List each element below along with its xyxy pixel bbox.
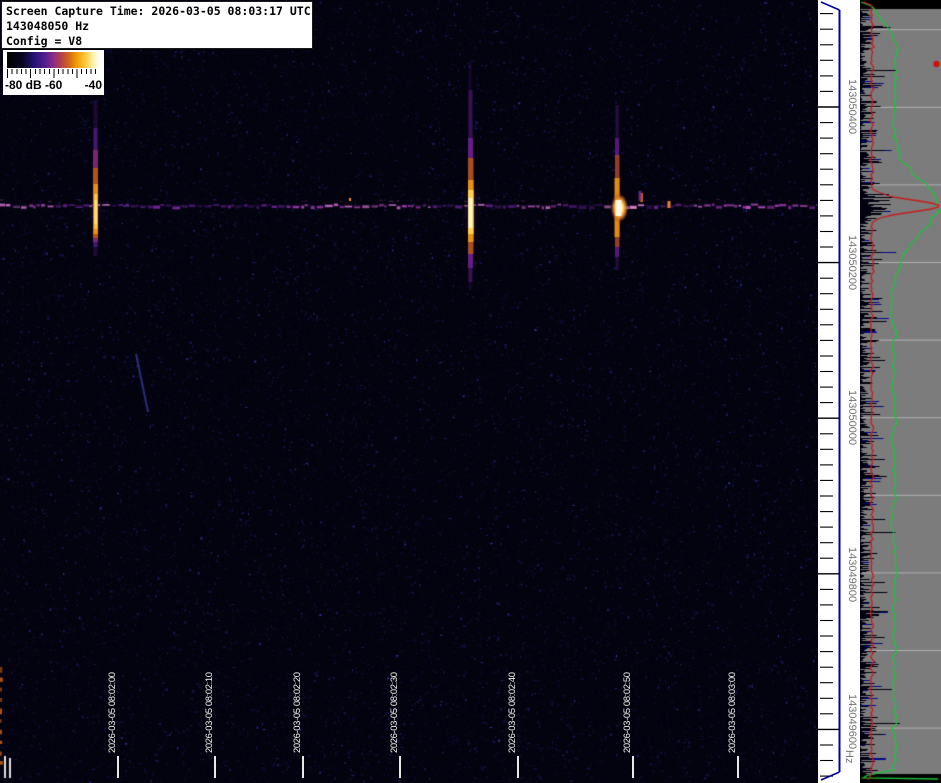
time-label-text: 2026-03-05 08:02:00 [107,652,118,753]
color-scale-ticks [7,69,100,78]
frequency-label: 143049800 [843,523,858,627]
time-label-text: 2026-03-05 08:03:00 [727,652,738,753]
time-tick [399,756,401,778]
spectrum-graph-panel [860,0,941,783]
capture-time-text: Screen Capture Time: 2026-03-05 08:03:17… [6,4,312,19]
time-label: 2026-03-05 08:03:00 [723,652,740,779]
time-label-text: 2026-03-05 08:02:50 [622,652,633,753]
time-tick [737,756,739,778]
frequency-label: 143050400 [843,55,858,159]
frequency-label: 143050000 [843,366,858,470]
spectrogram-waterfall [0,0,818,783]
config-text: Config = V8 [6,34,312,49]
db-label-left: -80 dB -60 [5,78,62,92]
color-scale-labels: -80 dB -60 -40 [3,78,104,92]
time-label: 2026-03-05 08:02:20 [288,652,305,779]
frequency-label: 143050200 [843,211,858,315]
time-label: 2026-03-05 08:02:30 [385,652,402,779]
db-label-right: -40 [85,78,102,92]
time-tick [214,756,216,778]
capture-info-box: Screen Capture Time: 2026-03-05 08:03:17… [1,1,313,49]
time-label-text: 2026-03-05 08:02:40 [507,652,518,753]
time-tick [117,756,119,778]
time-label: 2026-03-05 08:02:00 [103,652,120,779]
time-tick [632,756,634,778]
time-label-text: 2026-03-05 08:02:30 [389,652,400,753]
time-label-text: 2026-03-05 08:02:10 [204,652,215,753]
center-frequency-text: 143048050 Hz [6,19,312,34]
color-scale-legend: -80 dB -60 -40 [3,50,104,95]
frequency-unit-label: Hz [843,750,855,763]
time-tick [302,756,304,778]
spectrum-lab-screen-capture: Screen Capture Time: 2026-03-05 08:03:17… [0,0,941,783]
time-tick [517,756,519,778]
time-label: 2026-03-05 08:02:50 [618,652,635,779]
color-gradient-bar [7,52,100,68]
time-label: 2026-03-05 08:02:40 [503,652,520,779]
time-label-text: 2026-03-05 08:02:20 [292,652,303,753]
time-label: 2026-03-05 08:02:10 [200,652,217,779]
